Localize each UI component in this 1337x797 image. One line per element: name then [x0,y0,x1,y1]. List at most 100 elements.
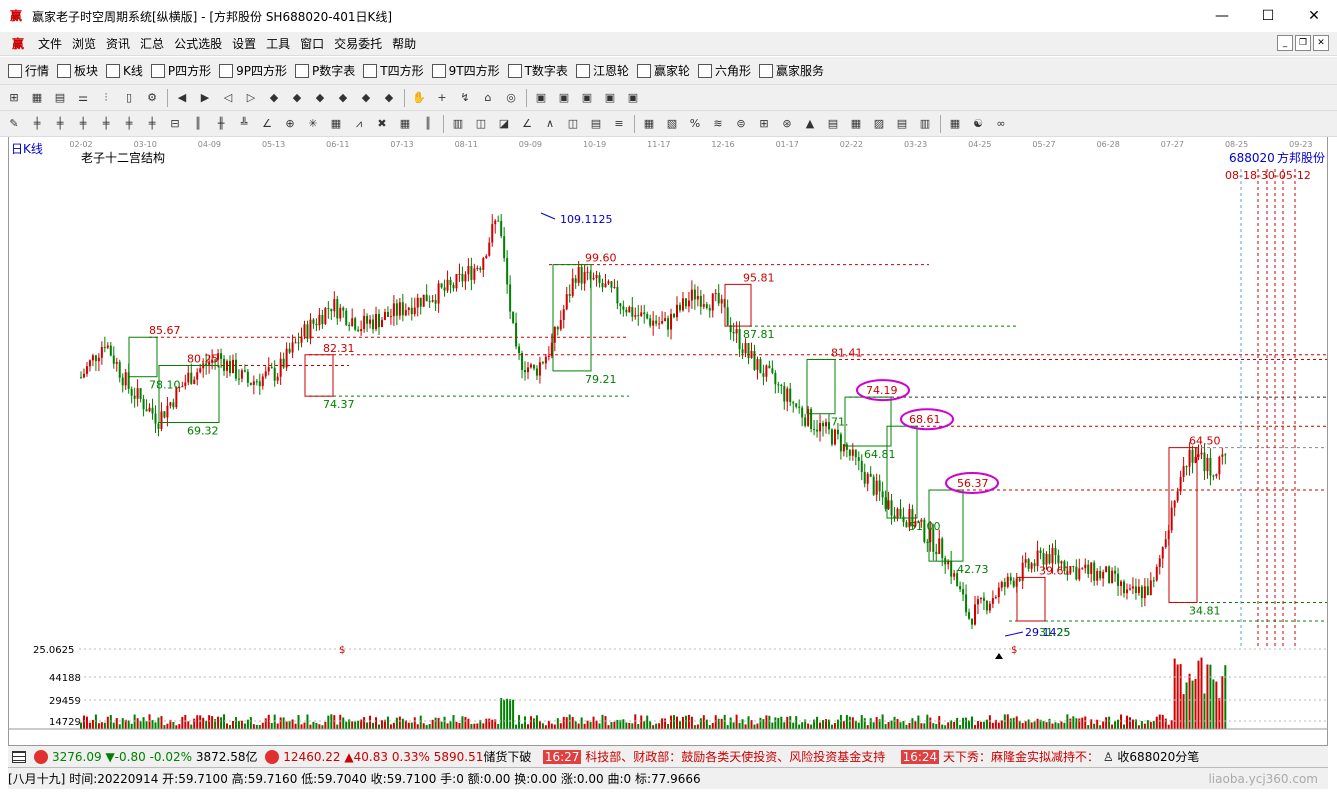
tb3-tool-icon[interactable]: ╪ [143,115,161,133]
tb2-tool-icon[interactable]: ▤ [51,89,69,107]
news-item-1[interactable]: 储货下破 [483,748,531,765]
tb3-tool-icon[interactable]: ╪ [74,115,92,133]
tb3-tool-icon[interactable]: ☯ [969,115,987,133]
tb3-tool-icon[interactable]: ⊜ [732,115,750,133]
tb3-tool-icon[interactable]: ⩘ [350,115,368,133]
grid-icon[interactable] [12,750,26,763]
tb3-tool-icon[interactable]: ╪ [97,115,115,133]
tb2-tool-icon[interactable]: ↯ [456,89,474,107]
menu-summary[interactable]: 汇总 [140,35,164,52]
tb2-tool-icon[interactable]: ⚙ [143,89,161,107]
toolbar-winner-wheel-button[interactable]: 赢家轮 [636,62,690,79]
kline-chart[interactable]: 日K线老子十二宫结构 688020 方邦股份 08-18-30-05-12 02-02 0… [9,137,1327,745]
tb2-tool-icon[interactable]: ◆ [311,89,329,107]
app-menu-icon[interactable]: 赢 [12,36,28,52]
tb3-tool-icon[interactable]: ◫ [472,115,490,133]
tb3-tool-icon[interactable]: ╪ [51,115,69,133]
toolbar-9p-square-button[interactable]: 9P四方形 [219,62,287,79]
tb3-tool-icon[interactable]: ▧ [663,115,681,133]
tb3-tool-icon[interactable]: ▤ [824,115,842,133]
toolbar-candlestick-button[interactable]: K线 [106,62,143,79]
toolbar-dollar-button[interactable]: 赢家服务 [758,62,824,79]
tb2-tool-icon[interactable]: ▷ [242,89,260,107]
tb2-tool-icon[interactable]: ▣ [624,89,642,107]
tb3-tool-icon[interactable]: ║ [419,115,437,133]
tb3-tool-icon[interactable]: ∠ [258,115,276,133]
tb3-tool-icon[interactable]: ╪ [28,115,46,133]
tb3-tool-icon[interactable]: ╪ [120,115,138,133]
tb2-tool-icon[interactable]: ▯ [120,89,138,107]
tb3-tool-icon[interactable]: ∞ [992,115,1010,133]
menu-tools[interactable]: 工具 [266,35,290,52]
tb2-tool-icon[interactable]: ▦ [28,89,46,107]
tb3-tool-icon[interactable]: ▨ [870,115,888,133]
news-item-2[interactable]: 科技部、财政部：鼓励各类天使投资、风险投资基金支持 [585,748,885,765]
tb3-tool-icon[interactable]: ◫ [564,115,582,133]
tb3-tool-icon[interactable]: ≡ [610,115,628,133]
tb3-tool-icon[interactable]: ⊟ [166,115,184,133]
tb3-tool-icon[interactable]: ▥ [449,115,467,133]
menu-window[interactable]: 窗口 [300,35,324,52]
tb2-tool-icon[interactable]: ◁ [219,89,237,107]
menu-help[interactable]: 帮助 [392,35,416,52]
toolbar-blocks-button[interactable]: 板块 [57,62,98,79]
toolbar-p-square-button[interactable]: P四方形 [150,62,211,79]
tb3-tool-icon[interactable]: ◪ [495,115,513,133]
toolbar-p-number-button[interactable]: P数字表 [295,62,355,79]
toolbar-hexagon-button[interactable]: 六角形 [697,62,751,79]
tb3-tool-icon[interactable]: ⊛ [778,115,796,133]
tb3-tool-icon[interactable]: ▤ [893,115,911,133]
tb2-tool-icon[interactable]: ◎ [502,89,520,107]
tb2-tool-icon[interactable]: ▣ [555,89,573,107]
tb2-tool-icon[interactable]: ◆ [380,89,398,107]
tb3-tool-icon[interactable]: % [686,115,704,133]
mdi-close-button[interactable]: ✕ [1313,35,1329,51]
tb3-tool-icon[interactable]: ▦ [946,115,964,133]
tb3-tool-icon[interactable]: ▦ [640,115,658,133]
tb3-tool-icon[interactable]: ▲ [801,115,819,133]
tb3-tool-icon[interactable]: ▦ [396,115,414,133]
toolbar-table-button[interactable]: 行情 [8,62,49,79]
menu-news[interactable]: 资讯 [106,35,130,52]
tb3-tool-icon[interactable]: ╩ [235,115,253,133]
menu-browse[interactable]: 浏览 [72,35,96,52]
chart-panel[interactable]: 日K线 老子十二宫结构 688020 方邦股份 08-18-30-05-12 02-02 0… [8,137,1328,745]
tb3-tool-icon[interactable]: ▦ [847,115,865,133]
maximize-button[interactable]: ☐ [1245,0,1291,32]
menu-settings[interactable]: 设置 [232,35,256,52]
tb2-tool-icon[interactable]: ◆ [288,89,306,107]
toolbar-t-number-button[interactable]: T数字表 [507,62,568,79]
mdi-restore-button[interactable]: ❐ [1295,35,1311,51]
tb3-tool-icon[interactable]: ▥ [916,115,934,133]
tb3-tool-icon[interactable]: ╫ [212,115,230,133]
tb2-tool-icon[interactable]: + [433,89,451,107]
tb2-tool-icon[interactable]: ⌂ [479,89,497,107]
toolbar-9t-square-button[interactable]: 9T四方形 [431,62,500,79]
tb3-tool-icon[interactable]: ∠ [518,115,536,133]
minimize-button[interactable]: — [1199,0,1245,32]
tb3-tool-icon[interactable]: ✳ [304,115,322,133]
tb2-tool-icon[interactable]: ◆ [357,89,375,107]
tb2-tool-icon[interactable]: ✋ [410,89,428,107]
tb3-tool-icon[interactable]: ⊞ [755,115,773,133]
tb2-tool-icon[interactable]: ▣ [601,89,619,107]
tick-data-link[interactable]: 收688020分笔 [1117,748,1199,765]
tb2-tool-icon[interactable]: ▣ [532,89,550,107]
tb2-tool-icon[interactable]: ⚌ [74,89,92,107]
menu-trade[interactable]: 交易委托 [334,35,382,52]
tb3-tool-icon[interactable]: ✖ [373,115,391,133]
tb2-tool-icon[interactable]: ⫶ [97,89,115,107]
close-button[interactable]: ✕ [1291,0,1337,32]
tb3-tool-icon[interactable]: ≋ [709,115,727,133]
toolbar-wheel-button[interactable]: 江恩轮 [575,62,629,79]
tb3-tool-icon[interactable]: ⊕ [281,115,299,133]
tb3-tool-icon[interactable]: ▦ [327,115,345,133]
tb3-tool-icon[interactable]: ∧ [541,115,559,133]
mdi-minimize-button[interactable]: _ [1277,35,1293,51]
tb2-tool-icon[interactable]: ◆ [265,89,283,107]
menu-file[interactable]: 文件 [38,35,62,52]
tb2-tool-icon[interactable]: ▶ [196,89,214,107]
tb3-tool-icon[interactable]: ▤ [587,115,605,133]
tb2-tool-icon[interactable]: ⊞ [5,89,23,107]
tb3-tool-icon[interactable]: ║ [189,115,207,133]
